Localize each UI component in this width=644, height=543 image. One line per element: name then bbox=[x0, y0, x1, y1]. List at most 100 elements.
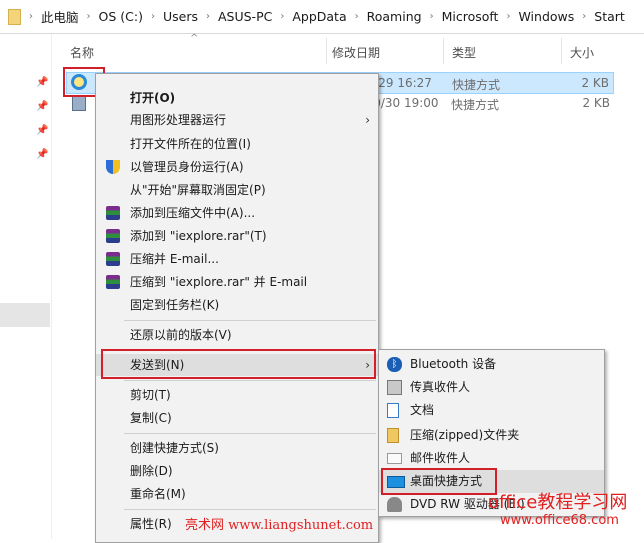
menu-item-add-to-rar[interactable]: 添加到 "iexplore.rar"(T) bbox=[96, 225, 378, 247]
column-header-size[interactable]: 大小 bbox=[570, 44, 594, 61]
file-size: 2 KB bbox=[582, 96, 610, 110]
column-header-modified[interactable]: 修改日期 bbox=[332, 44, 380, 61]
menu-separator bbox=[124, 380, 376, 381]
chevron-right-icon: › bbox=[506, 11, 511, 22]
pin-icon[interactable]: 📌 bbox=[36, 149, 48, 160]
chevron-right-icon: › bbox=[582, 11, 587, 22]
file-type: 快捷方式 bbox=[452, 78, 501, 92]
breadcrumb-item[interactable]: AppData bbox=[292, 9, 346, 24]
dvd-drive-icon bbox=[387, 497, 402, 512]
highlight-box bbox=[381, 468, 497, 495]
menu-item-label: 属性(R) bbox=[130, 517, 172, 531]
menu-separator bbox=[124, 320, 376, 321]
winrar-icon bbox=[106, 275, 120, 289]
chevron-right-icon: › bbox=[29, 11, 33, 22]
menu-item-label: 重命名(M) bbox=[130, 487, 186, 501]
menu-item-compress-email[interactable]: 压缩并 E-mail... bbox=[96, 248, 378, 270]
file-size: 2 KB bbox=[581, 76, 609, 90]
menu-separator bbox=[124, 433, 376, 434]
menu-item-label: 删除(D) bbox=[130, 464, 173, 478]
chevron-right-icon: › bbox=[429, 11, 434, 22]
nav-selected-item[interactable] bbox=[0, 303, 50, 327]
menu-item-label: 复制(C) bbox=[130, 411, 172, 425]
breadcrumb-item[interactable]: Microsoft bbox=[442, 9, 499, 24]
file-type: 快捷方式 bbox=[451, 98, 500, 112]
winrar-icon bbox=[106, 229, 120, 243]
menu-separator bbox=[124, 509, 376, 510]
column-divider[interactable] bbox=[443, 38, 444, 64]
mail-icon bbox=[387, 453, 402, 464]
menu-item-label: 打开(O) bbox=[130, 91, 176, 105]
document-icon bbox=[387, 403, 399, 418]
zip-folder-icon bbox=[387, 428, 399, 443]
pin-icon[interactable]: 📌 bbox=[36, 77, 48, 88]
breadcrumb-item[interactable]: Start bbox=[594, 9, 625, 24]
menu-item-gpu-run[interactable]: 用图形处理器运行 › bbox=[96, 109, 378, 131]
menu-item-label: 添加到压缩文件中(A)... bbox=[130, 206, 256, 220]
submenu-item-label: 压缩(zipped)文件夹 bbox=[410, 428, 520, 442]
bluetooth-icon: ᛒ bbox=[387, 357, 402, 372]
menu-item-label: 从"开始"屏幕取消固定(P) bbox=[130, 183, 266, 197]
breadcrumb-item[interactable]: ASUS-PC bbox=[218, 9, 272, 24]
menu-item-unpin-start[interactable]: 从"开始"屏幕取消固定(P) bbox=[96, 179, 378, 201]
breadcrumb-item[interactable]: 此电脑 bbox=[41, 7, 79, 26]
context-menu[interactable]: 打开(O) 用图形处理器运行 › 打开文件所在的位置(I) 以管理员身份运行(A)… bbox=[95, 73, 379, 543]
pin-icon[interactable]: 📌 bbox=[36, 101, 48, 112]
menu-item-label: 以管理员身份运行(A) bbox=[130, 160, 244, 174]
winrar-icon bbox=[106, 252, 120, 266]
menu-item-run-as-admin[interactable]: 以管理员身份运行(A) bbox=[96, 156, 378, 178]
winrar-icon bbox=[106, 206, 120, 220]
submenu-item-label: Bluetooth 设备 bbox=[410, 357, 497, 371]
send-to-fax[interactable]: 传真收件人 bbox=[379, 376, 604, 399]
menu-item-open-location[interactable]: 打开文件所在的位置(I) bbox=[96, 133, 378, 155]
breadcrumb-item[interactable]: Windows bbox=[518, 9, 574, 24]
menu-item-label: 剪切(T) bbox=[130, 388, 171, 402]
chevron-right-icon: › bbox=[86, 11, 91, 22]
breadcrumb-item[interactable]: Roaming bbox=[367, 9, 422, 24]
chevron-right-icon: › bbox=[280, 11, 285, 22]
menu-item-pin-taskbar[interactable]: 固定到任务栏(K) bbox=[96, 294, 378, 316]
breadcrumb-item[interactable]: Users bbox=[163, 9, 198, 24]
fax-icon bbox=[387, 380, 402, 395]
menu-item-delete[interactable]: 删除(D) bbox=[96, 460, 378, 482]
menu-item-label: 固定到任务栏(K) bbox=[130, 298, 220, 312]
menu-item-copy[interactable]: 复制(C) bbox=[96, 407, 378, 429]
menu-item-label: 还原以前的版本(V) bbox=[130, 328, 232, 342]
send-to-mail[interactable]: 邮件收件人 bbox=[379, 447, 604, 470]
watermark-office-title: office教程学习网 bbox=[488, 492, 628, 513]
menu-item-compress-rar-email[interactable]: 压缩到 "iexplore.rar" 并 E-mail bbox=[96, 271, 378, 293]
send-to-bluetooth[interactable]: ᛒ Bluetooth 设备 bbox=[379, 353, 604, 376]
menu-item-rename[interactable]: 重命名(M) bbox=[96, 483, 378, 505]
pin-icon[interactable]: 📌 bbox=[36, 125, 48, 136]
menu-item-label: 打开文件所在的位置(I) bbox=[130, 137, 251, 151]
menu-item-restore-versions[interactable]: 还原以前的版本(V) bbox=[96, 324, 378, 346]
menu-item-label: 压缩并 E-mail... bbox=[130, 252, 219, 266]
column-header-type[interactable]: 类型 bbox=[452, 44, 476, 61]
menu-item-label: 添加到 "iexplore.rar"(T) bbox=[130, 229, 267, 243]
watermark-liangshunet: 亮术网 www.liangshunet.com bbox=[185, 518, 374, 533]
watermark-office-url: www.office68.com bbox=[500, 513, 619, 528]
column-divider[interactable] bbox=[561, 38, 562, 64]
chevron-right-icon: › bbox=[365, 113, 370, 127]
column-divider[interactable] bbox=[326, 38, 327, 64]
column-header-name[interactable]: 名称 bbox=[70, 44, 94, 61]
shield-icon bbox=[106, 160, 120, 174]
sort-ascending-icon: ^ bbox=[190, 33, 199, 44]
chevron-right-icon: › bbox=[354, 11, 359, 22]
breadcrumb-item[interactable]: OS (C:) bbox=[99, 9, 143, 24]
submenu-item-label: 邮件收件人 bbox=[410, 451, 471, 465]
menu-item-open[interactable]: 打开(O) bbox=[96, 87, 378, 109]
menu-item-label: 压缩到 "iexplore.rar" 并 E-mail bbox=[130, 275, 308, 289]
send-to-zip[interactable]: 压缩(zipped)文件夹 bbox=[379, 424, 604, 447]
menu-item-label: 用图形处理器运行 bbox=[130, 113, 227, 127]
folder-icon bbox=[8, 8, 21, 25]
menu-item-create-shortcut[interactable]: 创建快捷方式(S) bbox=[96, 437, 378, 459]
send-to-documents[interactable]: 文档 bbox=[379, 399, 604, 422]
menu-item-label: 创建快捷方式(S) bbox=[130, 441, 219, 455]
address-bar[interactable]: › 此电脑 › OS (C:) › Users › ASUS-PC › AppData ›… bbox=[0, 0, 644, 34]
settings-shortcut-icon bbox=[72, 96, 86, 111]
highlight-box bbox=[101, 349, 376, 379]
submenu-item-label: 传真收件人 bbox=[410, 380, 471, 394]
menu-item-add-to-archive[interactable]: 添加到压缩文件中(A)... bbox=[96, 202, 378, 224]
menu-item-cut[interactable]: 剪切(T) bbox=[96, 384, 378, 406]
